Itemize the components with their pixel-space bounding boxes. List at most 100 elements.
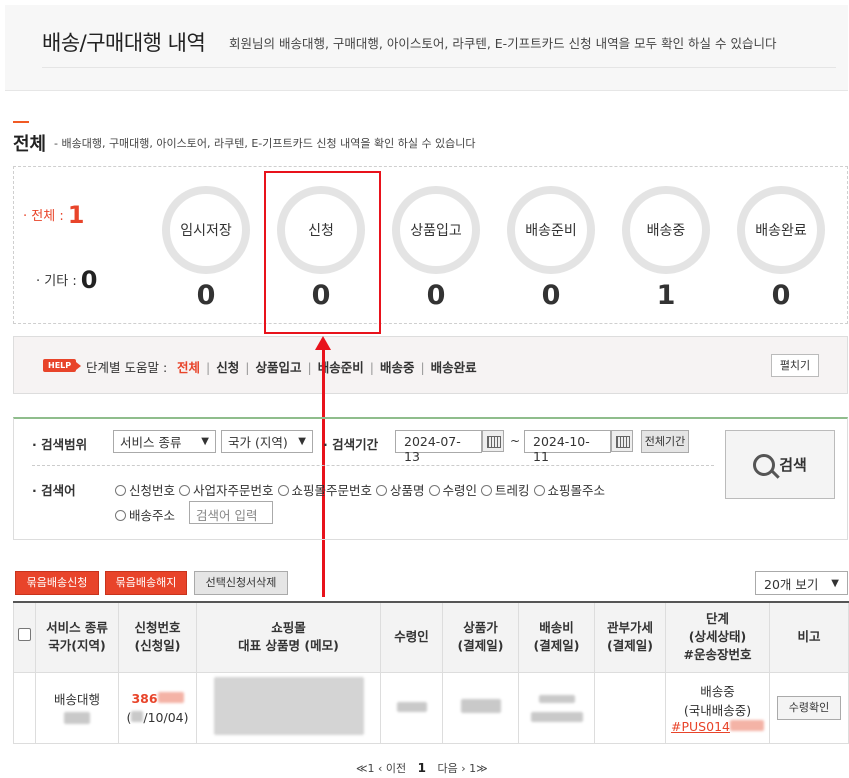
product-cell <box>196 671 381 744</box>
page-title: 배송/구매대행 내역 <box>42 31 206 55</box>
price-cell <box>442 671 519 744</box>
radio-option[interactable]: 수령인 <box>428 483 477 498</box>
note-cell: 수령확인 <box>769 671 849 744</box>
service-select[interactable]: 서비스 종류 ▼ <box>113 430 216 453</box>
search-button[interactable]: 검색 <box>725 430 835 499</box>
search-icon <box>753 453 776 476</box>
first-page-link[interactable]: ≪1 <box>356 762 375 775</box>
search-range-label: · 검색범위 <box>32 437 88 452</box>
search-period-label: · 검색기간 <box>323 437 379 452</box>
status-ring: 배송완료 <box>737 186 825 274</box>
column-header: 단계 (상세상태) #운송장번호 <box>665 601 770 673</box>
calendar-icon[interactable] <box>611 430 633 452</box>
page-header: 배송/구매대행 내역 회원님의 배송대행, 구매대행, 아이스토어, 라쿠텐, … <box>5 5 848 91</box>
etc-label: · 기타 : <box>36 274 77 289</box>
radio-option[interactable]: 상품명 <box>376 483 425 498</box>
search-panel: · 검색범위 서비스 종류 ▼ 국가 (지역) ▼ · 검색기간 2024-07-1… <box>13 417 848 540</box>
table-header-row: 서비스 종류 국가(지역) 신청번호 (신청일) 쇼핑몰 대표 상품명 (메모)… <box>13 601 849 673</box>
column-header: 비고 <box>769 601 849 673</box>
keyword-label: · 검색어 <box>32 483 76 498</box>
page-description: 회원님의 배송대행, 구매대행, 아이스토어, 라쿠텐, E-기프트카드 신청 … <box>229 36 777 51</box>
help-link-all[interactable]: 전체 <box>177 360 200 375</box>
help-link-applied[interactable]: 신청 <box>216 360 239 375</box>
radio-option[interactable]: 배송주소 <box>115 508 175 523</box>
stage-detail: (국내배송중) <box>683 703 752 718</box>
last-page-link[interactable]: 1≫ <box>469 762 488 775</box>
chevron-down-icon: ▼ <box>298 436 306 447</box>
column-header: 관부가세 (결제일) <box>594 601 666 673</box>
confirm-receipt-button[interactable]: 수령확인 <box>777 695 841 720</box>
help-link-shipping[interactable]: 배송중 <box>380 360 415 375</box>
prev-page-link[interactable]: ‹ 이전 <box>378 762 406 775</box>
next-page-link[interactable]: 다음 › <box>438 762 466 775</box>
current-page: 1 <box>417 761 427 775</box>
status-delivered[interactable]: 배송완료 0 <box>737 186 825 311</box>
keyword-input[interactable]: 검색어 입력 <box>189 501 273 524</box>
blurred-shipping-cost <box>538 694 575 703</box>
pagination: ≪1 ‹ 이전 1 다음 › 1≫ <box>356 760 488 776</box>
blurred-price <box>460 699 501 713</box>
status-count: 0 <box>196 280 216 311</box>
chevron-down-icon: ▼ <box>201 436 209 447</box>
country-select[interactable]: 국가 (지역) ▼ <box>221 430 313 453</box>
search-button-label: 검색 <box>779 456 807 474</box>
blurred-date-part <box>131 710 144 722</box>
column-header: 신청번호 (신청일) <box>118 601 197 673</box>
status-shipping[interactable]: 배송중 1 <box>622 186 710 311</box>
radio-option[interactable]: 쇼핑몰주소 <box>533 483 605 498</box>
status-ring: 임시저장 <box>162 186 250 274</box>
blurred-country <box>64 711 90 724</box>
blurred-tracking-suffix <box>729 720 764 731</box>
calendar-icon[interactable] <box>482 430 504 452</box>
status-preparing[interactable]: 배송준비 0 <box>507 186 595 311</box>
blurred-product-info <box>213 677 364 735</box>
radio-option[interactable]: 트레킹 <box>481 483 530 498</box>
customs-cell <box>594 671 666 744</box>
blurred-shipping-date <box>530 711 583 722</box>
status-count: 1 <box>656 280 676 311</box>
keyword-type-options-2: 배송주소 <box>115 505 175 524</box>
radio-option[interactable]: 사업자주문번호 <box>179 483 274 498</box>
service-select-value: 서비스 종류 <box>120 435 182 450</box>
help-bar: HELP 단계별 도움말 : 전체 | 신청 | 상품입고 | 배송준비 | 배송중 | 배송완료 … <box>13 336 848 394</box>
all-period-button[interactable]: 전체기간 <box>641 430 689 453</box>
expand-button[interactable]: 펼치기 <box>771 354 819 377</box>
help-links: 전체 | 신청 | 상품입고 | 배송준비 | 배송중 | 배송완료 <box>177 360 477 375</box>
tracking-link[interactable]: #PUS014 <box>671 719 730 734</box>
radio-option[interactable]: 신청번호 <box>115 483 175 498</box>
delete-selected-button[interactable]: 선택신청서삭제 <box>194 571 288 595</box>
blurred-order-suffix <box>157 691 184 703</box>
status-count: 0 <box>771 280 791 311</box>
status-received[interactable]: 상품입고 0 <box>392 186 480 311</box>
chevron-down-icon: ▼ <box>831 577 839 589</box>
help-label: 단계별 도움말 : <box>86 360 168 375</box>
results-table: 서비스 종류 국가(지역) 신청번호 (신청일) 쇼핑몰 대표 상품명 (메모)… <box>13 601 849 744</box>
blurred-recipient <box>396 702 427 712</box>
order-cell: 386 (/10/04) <box>118 671 197 744</box>
stage-status: 배송중 <box>700 684 735 699</box>
order-number[interactable]: 386 <box>131 691 157 706</box>
highlight-box <box>264 171 381 334</box>
date-from-input[interactable]: 2024-07-13 <box>395 430 482 464</box>
radio-option[interactable]: 쇼핑몰주문번호 <box>277 483 372 498</box>
etc-value: 0 <box>80 266 98 294</box>
keyword-type-options: 신청번호 사업자주문번호 쇼핑몰주문번호 상품명 수령인 트레킹 쇼핑몰주소 <box>115 480 605 499</box>
status-count: 0 <box>426 280 446 311</box>
search-divider <box>32 465 714 466</box>
annotation-arrow-head <box>315 336 331 350</box>
per-page-value: 20개 보기 <box>764 576 819 592</box>
column-header: 쇼핑몰 대표 상품명 (메모) <box>196 601 381 673</box>
status-temp-saved[interactable]: 임시저장 0 <box>162 186 250 311</box>
bundle-cancel-button[interactable]: 묶음배송해지 <box>105 571 187 595</box>
help-link-delivered[interactable]: 배송완료 <box>431 360 477 375</box>
etc-count[interactable]: · 기타 :0 <box>36 266 97 294</box>
total-count[interactable]: · 전체 :1 <box>23 201 84 229</box>
status-ring: 상품입고 <box>392 186 480 274</box>
select-all-checkbox[interactable] <box>18 628 31 642</box>
total-value: 1 <box>67 201 85 229</box>
date-to-input[interactable]: 2024-10-11 <box>524 430 611 464</box>
bundle-request-button[interactable]: 묶음배송신청 <box>15 571 99 595</box>
shipping-cost-cell <box>518 671 595 744</box>
per-page-select[interactable]: 20개 보기 ▼ <box>755 571 848 595</box>
help-link-received[interactable]: 상품입고 <box>255 360 301 375</box>
